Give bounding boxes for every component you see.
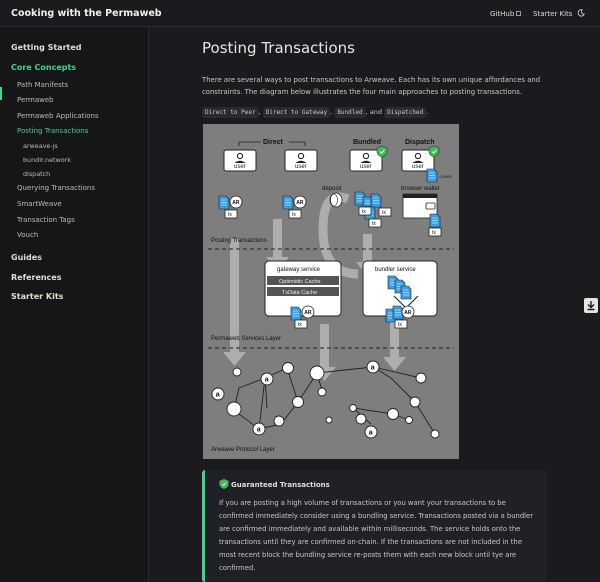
svg-text:tx: tx <box>228 212 232 218</box>
sidebar-item-querying-transactions[interactable]: Querying Transactions <box>17 184 95 192</box>
label-browser-wallet: browser wallet <box>401 186 440 192</box>
layer-label-services: Permaweb Services Layer <box>211 336 281 342</box>
svg-text:a: a <box>369 430 373 437</box>
user-direct-peer: user <box>223 149 257 172</box>
svg-text:tx: tx <box>298 322 302 328</box>
svg-text:tx: tx <box>362 209 366 215</box>
svg-text:AR: AR <box>304 310 312 316</box>
svg-text:tx: tx <box>398 322 402 328</box>
svg-text:tx: tx <box>372 221 376 227</box>
sidebar-getting-started[interactable]: Getting Started <box>11 43 82 52</box>
label-deposit: deposit <box>322 186 342 192</box>
sidebar-subitem-dispatch[interactable]: dispatch <box>23 170 50 178</box>
sidebar-item-posting-transactions[interactable]: Posting Transactions <box>17 127 88 135</box>
svg-text:gateway service: gateway service <box>277 267 321 273</box>
code-direct-gateway: Direct to Gateway <box>262 107 331 118</box>
site-title[interactable]: Cooking with the Permaweb <box>11 8 162 19</box>
code-bundled: Bundled <box>334 107 366 118</box>
svg-text:AR: AR <box>296 200 304 206</box>
callout-body: If you are posting a high volume of tran… <box>219 499 534 572</box>
download-button[interactable] <box>584 298 598 313</box>
sidebar-subitem-arweave-js[interactable]: arweave-js <box>23 142 58 150</box>
svg-text:user: user <box>360 164 372 170</box>
coin-icon <box>329 192 343 208</box>
approach-list: Direct to Peer, Direct to Gateway, Bundl… <box>202 107 428 118</box>
sidebar-item-vouch[interactable]: Vouch <box>17 231 38 239</box>
label-dispatch: Dispatch <box>405 139 435 146</box>
active-indicator <box>0 87 2 100</box>
sidebar: Getting Started Core Concepts Path Manif… <box>0 27 149 582</box>
nav-github-link[interactable]: GitHub <box>490 10 522 18</box>
callout-title: Guaranteed Transactions <box>231 481 330 489</box>
txdata-cache: TxData Cache <box>282 290 317 296</box>
guaranteed-transactions-callout: Guaranteed Transactions If you are posti… <box>202 470 547 582</box>
intro-paragraph: There are several ways to post transacti… <box>202 76 541 96</box>
sidebar-item-path-manifests[interactable]: Path Manifests <box>17 81 68 89</box>
svg-text:tx: tx <box>432 230 436 236</box>
layer-label-protocol: Arweave Protocol Layer <box>211 447 275 453</box>
svg-text:a: a <box>257 427 261 434</box>
code-direct-peer: Direct to Peer <box>202 107 259 118</box>
svg-text:a: a <box>371 365 375 372</box>
svg-text:a: a <box>265 377 269 384</box>
sidebar-references[interactable]: References <box>11 273 62 282</box>
label-direct: Direct <box>263 139 284 146</box>
posting-transactions-diagram: Direct Bundled Dispatch user user user u… <box>203 124 459 459</box>
nav-github-label: GitHub <box>490 10 515 18</box>
svg-text:tx: tx <box>382 210 386 216</box>
user-bundled: user <box>349 145 388 172</box>
sidebar-subitem-bundlr[interactable]: bundlr.network <box>23 156 71 164</box>
download-icon <box>587 301 595 311</box>
svg-text:bundler service: bundler service <box>375 267 416 273</box>
layer-label-posting: Posting Transactions <box>211 238 267 244</box>
page-title: Posting Transactions <box>202 39 355 57</box>
wallet-limit-note: <100KB <box>439 175 452 179</box>
nav-starter-kits-link[interactable]: Starter Kits <box>533 10 572 18</box>
svg-text:user: user <box>295 164 307 170</box>
svg-text:user: user <box>234 164 246 170</box>
svg-text:AR: AR <box>404 310 412 316</box>
svg-text:user: user <box>412 164 424 170</box>
svg-text:a: a <box>216 392 220 399</box>
sidebar-core-concepts[interactable]: Core Concepts <box>11 63 76 72</box>
top-nav: Cooking with the Permaweb GitHub Starter… <box>0 0 600 27</box>
sidebar-item-permaweb[interactable]: Permaweb <box>17 96 54 104</box>
code-dispatched: Dispatched <box>384 107 427 118</box>
user-direct-gateway: user <box>284 149 318 172</box>
external-link-icon <box>516 11 522 16</box>
sidebar-item-permaweb-applications[interactable]: Permaweb Applications <box>17 112 99 120</box>
label-bundled: Bundled <box>353 139 381 146</box>
optimistic-cache: Optimistic Cache <box>279 279 321 285</box>
sidebar-starter-kits[interactable]: Starter Kits <box>11 292 63 301</box>
svg-text:tx: tx <box>292 212 296 218</box>
svg-text:AR: AR <box>232 200 240 206</box>
user-dispatch: user <box>401 145 440 172</box>
moon-icon[interactable] <box>577 9 585 17</box>
sidebar-item-transaction-tags[interactable]: Transaction Tags <box>17 216 75 224</box>
sidebar-item-smartweave[interactable]: SmartWeave <box>17 200 62 208</box>
sidebar-guides[interactable]: Guides <box>11 253 42 262</box>
